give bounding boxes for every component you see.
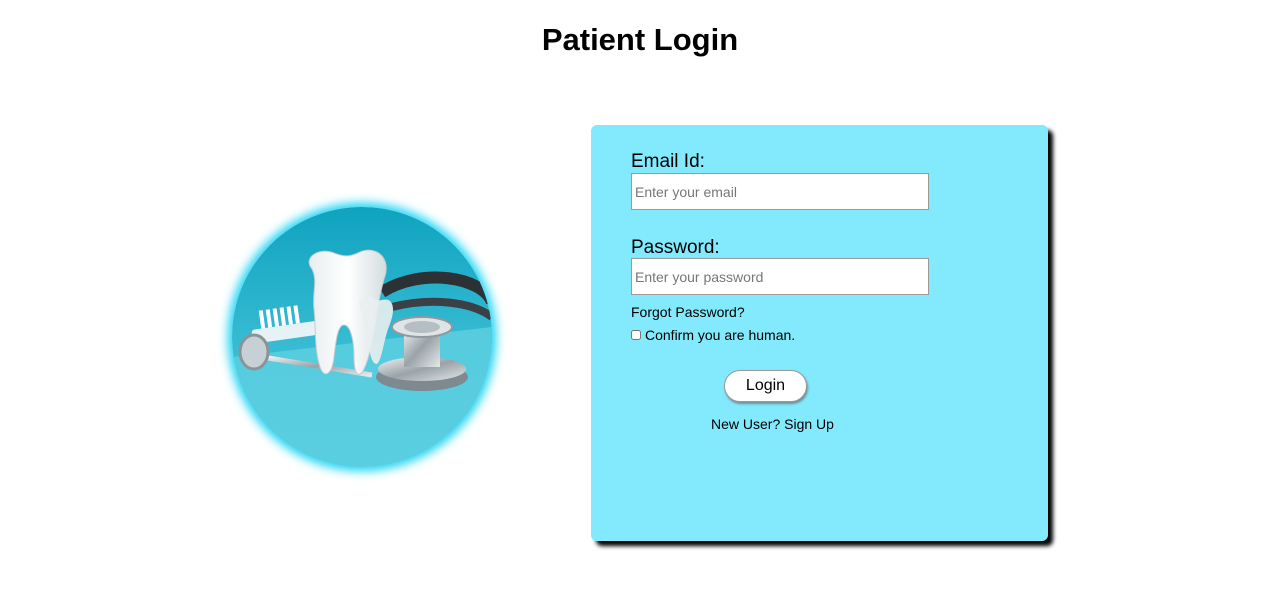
captcha-row: Confirm you are human.: [631, 327, 795, 343]
forgot-password-link[interactable]: Forgot Password?: [631, 304, 745, 320]
email-input[interactable]: [631, 173, 929, 210]
login-button[interactable]: Login: [724, 370, 807, 402]
tooth-illustration: [232, 207, 492, 467]
signup-link[interactable]: New User? Sign Up: [711, 416, 834, 432]
dental-hero-image: [232, 207, 492, 467]
captcha-checkbox[interactable]: [631, 330, 641, 340]
email-label: Email Id:: [631, 151, 705, 172]
password-input[interactable]: [631, 258, 929, 295]
password-label: Password:: [631, 237, 720, 258]
login-card: Email Id: Password: Forgot Password? Con…: [591, 125, 1048, 541]
captcha-label: Confirm you are human.: [645, 327, 796, 343]
page-title: Patient Login: [541, 22, 739, 57]
